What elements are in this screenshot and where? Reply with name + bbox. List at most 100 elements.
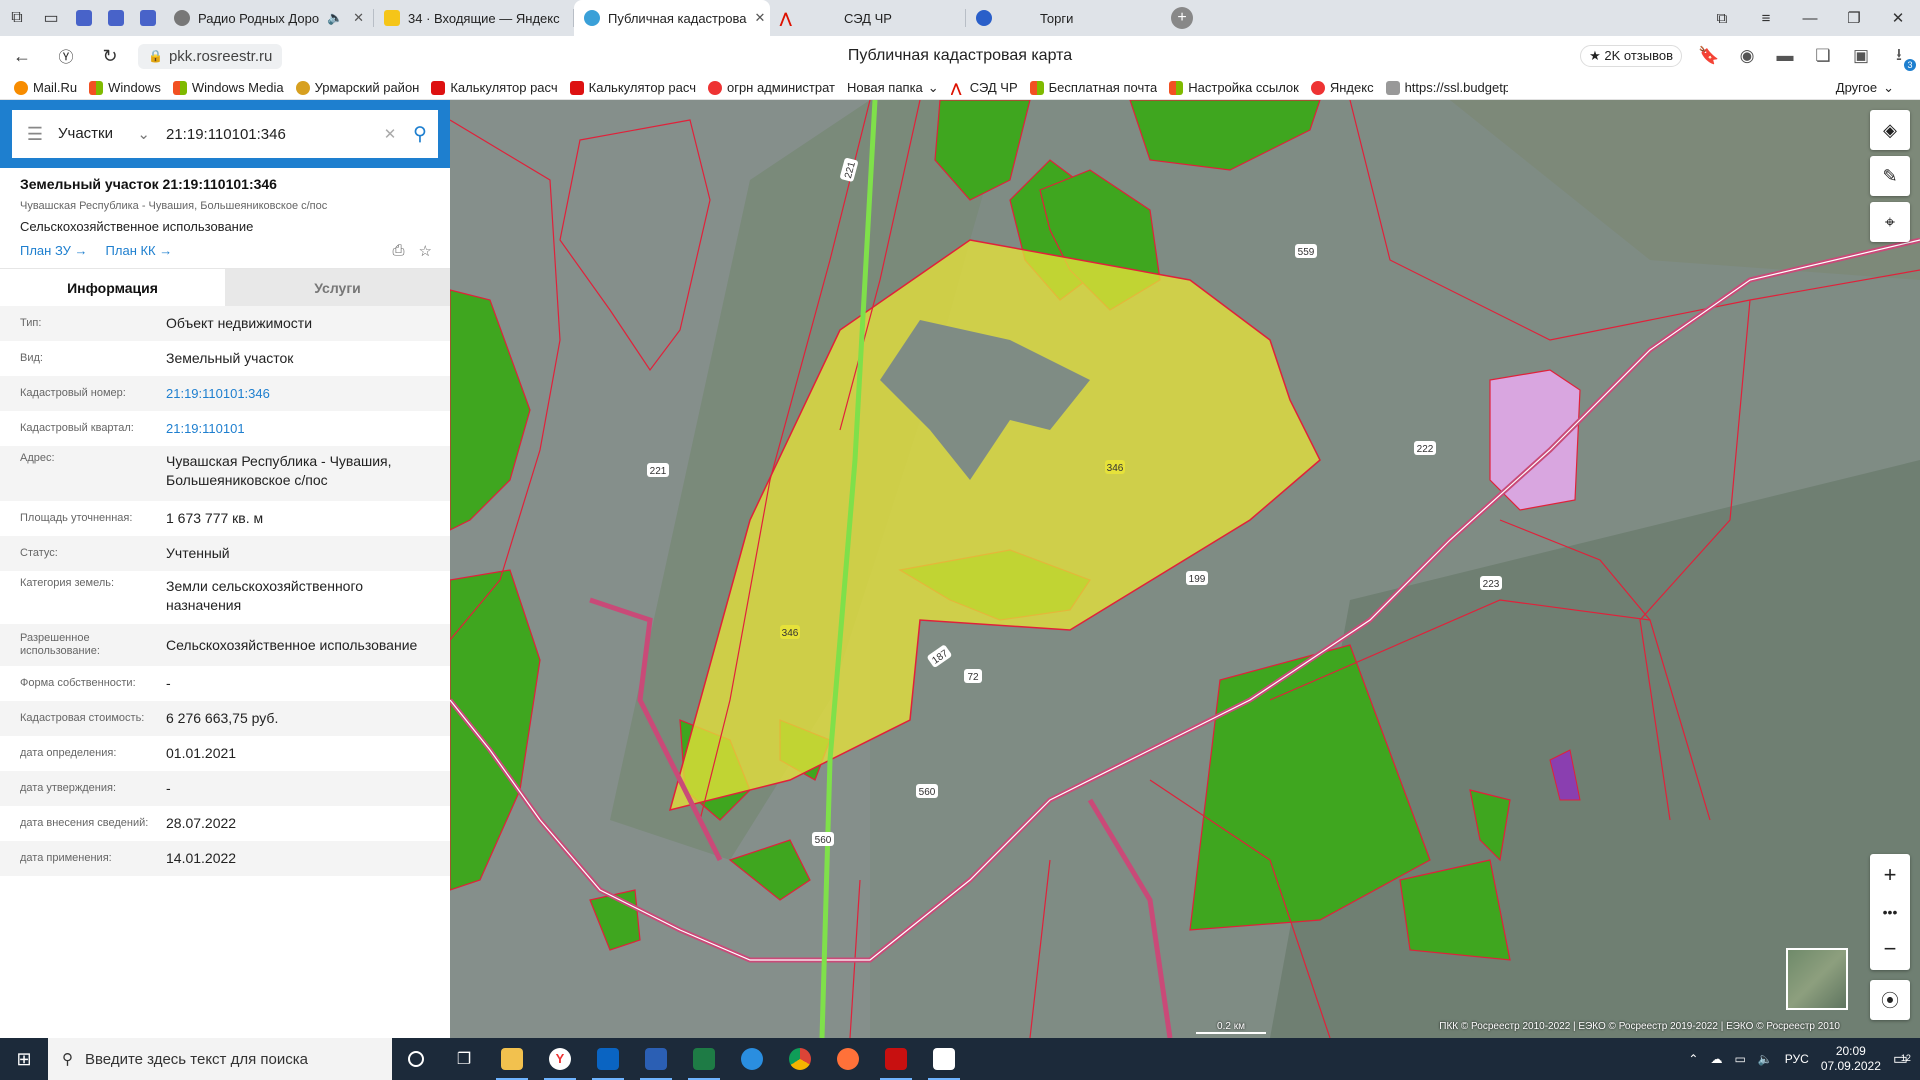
pinned-tab[interactable]	[132, 0, 164, 36]
bookmark-ogrn[interactable]: огрн администрат	[707, 80, 835, 95]
notification-icon[interactable]: ▭ 12	[1893, 1049, 1911, 1069]
lock-icon: 🔒	[148, 49, 163, 63]
close-icon[interactable]: ✕	[754, 10, 765, 26]
compass-button[interactable]: ⦿	[1870, 980, 1910, 1020]
locate-button[interactable]: ⌖	[1870, 202, 1910, 242]
clear-icon[interactable]: ✕	[378, 125, 402, 143]
ruler-button[interactable]: ✎	[1870, 156, 1910, 196]
bookmark-free-mail[interactable]: Бесплатная почта	[1029, 80, 1157, 95]
volume-icon[interactable]: 🔈	[1758, 1052, 1773, 1066]
url-field[interactable]: 🔒 pkk.rosreestr.ru	[138, 43, 283, 69]
tab-sed[interactable]: ⋀ СЭД ЧР	[770, 0, 966, 36]
taskbar-search-field[interactable]: ⚲ Введите здесь текст для поиска	[48, 1038, 392, 1080]
more-icon[interactable]: •••	[1883, 904, 1898, 920]
download-icon[interactable]: ⭳ 3	[1888, 45, 1916, 71]
photos-icon[interactable]	[920, 1038, 968, 1080]
search-icon[interactable]: ⚲	[402, 123, 438, 146]
plan-zu-link[interactable]: План ЗУ →	[20, 243, 88, 258]
bookmark-settings-links[interactable]: Настройка ссылок	[1169, 80, 1299, 95]
bookmark-calculator-1[interactable]: Калькулятор расч	[431, 80, 558, 95]
cadastral-quarter-link[interactable]: 21:19:110101	[166, 419, 450, 438]
bookmark-windows[interactable]: Windows	[89, 80, 161, 95]
collections-icon[interactable]: ⧉	[1700, 0, 1744, 36]
map-canvas[interactable]: 346 346 221 221 559 222 199 223 187 72 5…	[450, 100, 1920, 1038]
pinned-tab[interactable]	[100, 0, 132, 36]
search-input[interactable]: 21:19:110101:346	[158, 126, 378, 143]
zoom-out-button[interactable]: −	[1884, 936, 1897, 962]
print-icon[interactable]: ⎙	[393, 242, 405, 260]
bookmark-icon[interactable]: 🔖	[1698, 45, 1720, 67]
restore-icon[interactable]: ❐	[1832, 0, 1876, 36]
parcel-label-559: 559	[1295, 244, 1317, 258]
screenshot-icon[interactable]: ▣	[1850, 45, 1872, 67]
task-view-icon[interactable]: ❐	[440, 1038, 488, 1080]
layers-button[interactable]: ◈	[1870, 110, 1910, 150]
collections-icon[interactable]: ❏	[1812, 45, 1834, 67]
protect-icon[interactable]: ▬	[1774, 45, 1796, 67]
word-icon[interactable]	[632, 1038, 680, 1080]
clock[interactable]: 20:09 07.09.2022	[1821, 1044, 1881, 1074]
reload-button[interactable]: ↻	[88, 46, 132, 67]
speaker-icon[interactable]: 🔈	[327, 10, 343, 26]
tab-yandex-mail[interactable]: 34 · Входящие — Яндекс	[374, 0, 574, 36]
windows-start-button[interactable]: ⊞	[0, 1049, 48, 1070]
new-tab-button[interactable]: +	[1162, 0, 1202, 36]
bookmark-urmary[interactable]: Урмарский район	[295, 80, 419, 95]
close-icon[interactable]: ✕	[353, 10, 364, 26]
cloud-icon[interactable]: ☁	[1710, 1052, 1722, 1066]
minimize-icon[interactable]: —	[1788, 0, 1832, 36]
download-badge: 3	[1904, 59, 1916, 71]
bookmark-other[interactable]: Другое ⌄	[1836, 80, 1894, 96]
info-row-approval-date: дата утверждения: -	[0, 771, 450, 806]
chrome-icon[interactable]	[776, 1038, 824, 1080]
site-icon	[108, 10, 124, 26]
bookmark-folder[interactable]: Новая папка ⌄	[847, 80, 939, 96]
network-icon[interactable]: ▭	[1734, 1052, 1745, 1066]
tab-radio[interactable]: Радио Родных Доро 🔈 ✕	[164, 0, 374, 36]
tab-manager-icon[interactable]: ⧉	[0, 0, 34, 36]
parcel-label-222: 222	[1414, 441, 1436, 455]
chevron-up-icon[interactable]: ⌃	[1688, 1052, 1698, 1066]
excel-icon[interactable]	[680, 1038, 728, 1080]
menu-icon[interactable]: ☰	[12, 124, 58, 145]
svg-text:560: 560	[815, 835, 832, 846]
info-row-type: Тип: Объект недвижимости	[0, 306, 450, 341]
firefox-icon[interactable]	[824, 1038, 872, 1080]
reviews-badge[interactable]: ★ 2K отзывов	[1580, 45, 1682, 67]
star-icon[interactable]: ☆	[419, 242, 432, 260]
pinned-tab[interactable]	[68, 0, 100, 36]
bookmark-yandex[interactable]: Яндекс	[1310, 80, 1374, 95]
minimap[interactable]	[1786, 948, 1848, 1010]
zoom-in-button[interactable]: +	[1884, 862, 1897, 888]
bookmark-sed[interactable]: ⋀ СЭД ЧР	[951, 80, 1018, 95]
outlook-icon[interactable]	[584, 1038, 632, 1080]
category-select[interactable]: Участки ⌄	[58, 125, 158, 143]
map-view[interactable]: 346 346 221 221 559 222 199 223 187 72 5…	[450, 100, 1920, 1038]
windows-icon	[1029, 80, 1044, 95]
acrobat-icon[interactable]	[872, 1038, 920, 1080]
back-button[interactable]: ←	[0, 46, 44, 67]
plan-kk-link[interactable]: План КК →	[106, 243, 173, 258]
bookmark-budget[interactable]: https://ssl.budgetp	[1385, 80, 1508, 95]
bookmark-calculator-2[interactable]: Калькулятор расч	[569, 80, 696, 95]
tab-services[interactable]: Услуги	[225, 269, 450, 306]
tab-torgi[interactable]: Торги	[966, 0, 1162, 36]
menu-icon[interactable]: ≡	[1744, 0, 1788, 36]
tab-label: Публичная кадастрова	[608, 10, 747, 26]
yandex-browser-icon[interactable]: Y	[536, 1038, 584, 1080]
info-row-area: Площадь уточненная: 1 673 777 кв. м	[20, 510, 264, 526]
tab-cadastral-map[interactable]: Публичная кадастрова ✕	[574, 0, 770, 36]
close-window-icon[interactable]: ✕	[1876, 0, 1920, 36]
yandex-button[interactable]: Ⓨ	[44, 46, 88, 67]
tab-info[interactable]: Информация	[0, 269, 225, 306]
cortana-icon[interactable]	[392, 1038, 440, 1080]
cadastral-number-link[interactable]: 21:19:110101:346	[166, 384, 450, 403]
new-folder-icon[interactable]: ▭	[34, 0, 68, 36]
language-indicator[interactable]: РУС	[1785, 1052, 1809, 1066]
bookmark-windows-media[interactable]: Windows Media	[172, 80, 284, 95]
extension-icon[interactable]: ◉	[1736, 45, 1758, 67]
file-explorer-icon[interactable]	[488, 1038, 536, 1080]
svg-text:199: 199	[1189, 574, 1206, 585]
bookmark-mailru[interactable]: Mail.Ru	[14, 80, 77, 95]
internet-explorer-icon[interactable]	[728, 1038, 776, 1080]
